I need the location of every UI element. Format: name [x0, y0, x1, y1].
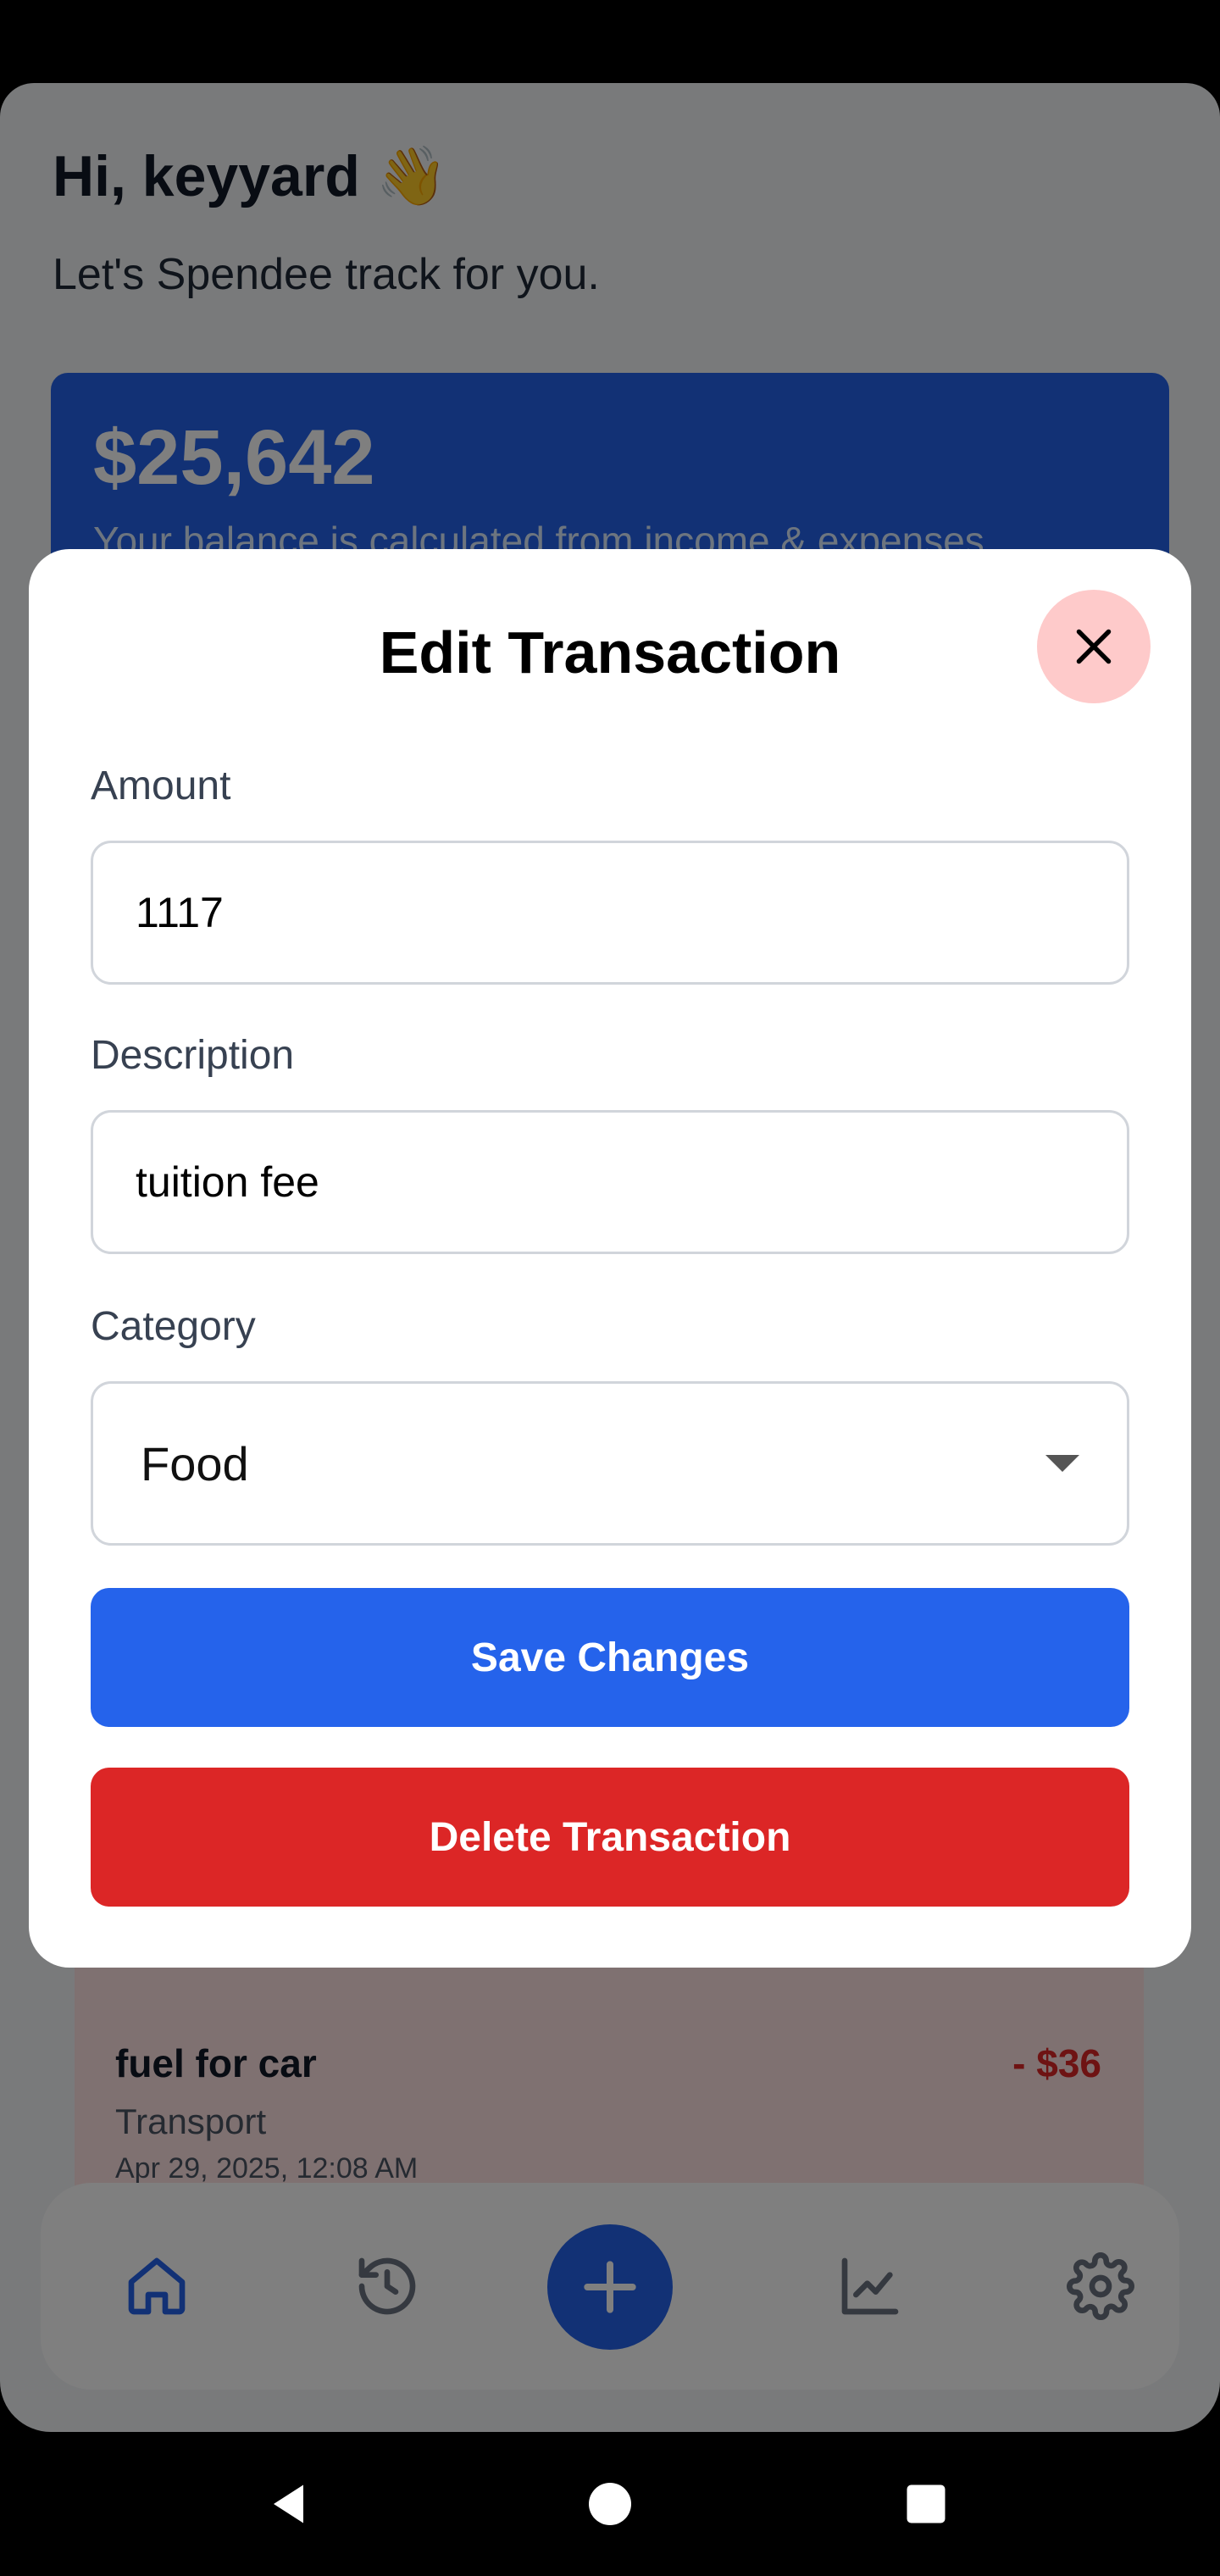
description-label: Description: [91, 1033, 295, 1078]
recents-icon: [907, 2484, 946, 2523]
delete-transaction-button[interactable]: Delete Transaction: [91, 1768, 1129, 1907]
back-icon: [274, 2484, 303, 2523]
category-label: Category: [91, 1304, 256, 1349]
edit-transaction-modal: Edit Transaction Amount Description Cate…: [29, 549, 1191, 1968]
save-changes-button[interactable]: Save Changes: [91, 1588, 1129, 1727]
system-home-button[interactable]: [572, 2466, 648, 2542]
close-button[interactable]: [1037, 590, 1151, 703]
home-circle-icon: [589, 2483, 631, 2525]
system-back-button[interactable]: [252, 2466, 329, 2542]
chevron-down-icon: [1045, 1455, 1079, 1472]
amount-label: Amount: [91, 763, 231, 808]
modal-title: Edit Transaction: [379, 619, 841, 686]
system-recents-button[interactable]: [888, 2466, 964, 2542]
description-input[interactable]: [91, 1110, 1129, 1254]
system-nav-bar: [0, 2432, 1220, 2576]
close-icon: [1076, 629, 1112, 664]
amount-input[interactable]: [91, 841, 1129, 985]
category-select[interactable]: Food: [91, 1381, 1129, 1546]
category-select-value: Food: [141, 1436, 249, 1491]
